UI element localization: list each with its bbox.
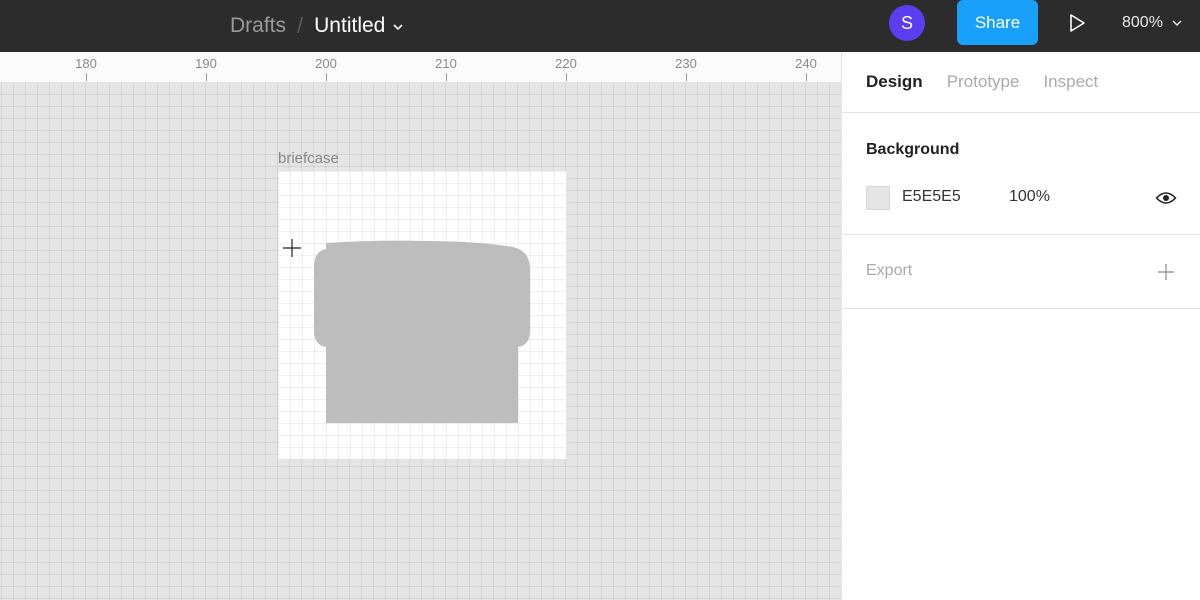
top-toolbar: Drafts / Untitled S Share 800% (0, 0, 1200, 52)
zoom-level: 800% (1122, 13, 1163, 31)
zoom-dropdown[interactable]: 800% (1122, 0, 1182, 45)
ruler-tick: 210 (426, 52, 466, 81)
background-title: Background (866, 141, 960, 158)
shape-body (314, 240, 530, 423)
breadcrumb-separator: / (297, 13, 304, 38)
properties-panel: Design Prototype Inspect Background E5E5… (841, 52, 1200, 600)
ruler-tick: 240 (786, 52, 826, 81)
horizontal-ruler: 180 190 200 210 220 230 240 (0, 52, 841, 83)
tab-inspect[interactable]: Inspect (1043, 72, 1098, 92)
export-section: Export (842, 235, 1200, 309)
file-name[interactable]: Untitled (314, 14, 385, 38)
export-title: Export (866, 262, 913, 279)
crosshair-cursor-icon (283, 239, 301, 257)
chevron-down-icon[interactable] (392, 21, 404, 33)
share-button[interactable]: Share (957, 0, 1038, 45)
design-canvas[interactable]: 180 190 200 210 220 230 240 briefcase (0, 52, 841, 600)
frame-label[interactable]: briefcase (278, 150, 339, 167)
eye-icon[interactable] (1155, 189, 1177, 207)
background-color-swatch[interactable] (866, 186, 890, 210)
ruler-tick: 200 (306, 52, 346, 81)
panel-tabs: Design Prototype Inspect (842, 52, 1200, 113)
avatar[interactable]: S (889, 5, 925, 41)
play-icon[interactable] (1066, 12, 1088, 34)
ruler-tick: 180 (66, 52, 106, 81)
chevron-down-icon (1172, 19, 1182, 26)
background-hex-input[interactable]: E5E5E5 (902, 188, 961, 206)
ruler-tick: 220 (546, 52, 586, 81)
tab-prototype[interactable]: Prototype (947, 72, 1020, 92)
plus-icon[interactable] (1157, 263, 1175, 281)
briefcase-frame[interactable] (278, 171, 566, 459)
ruler-tick: 230 (666, 52, 706, 81)
background-opacity-input[interactable]: 100% (1009, 188, 1050, 206)
briefcase-shape[interactable] (278, 171, 566, 459)
tab-design[interactable]: Design (866, 72, 923, 92)
background-section: Background E5E5E5 100% (842, 113, 1200, 235)
breadcrumb: Drafts / Untitled (230, 0, 404, 52)
ruler-tick: 190 (186, 52, 226, 81)
breadcrumb-drafts-link[interactable]: Drafts (230, 14, 286, 38)
